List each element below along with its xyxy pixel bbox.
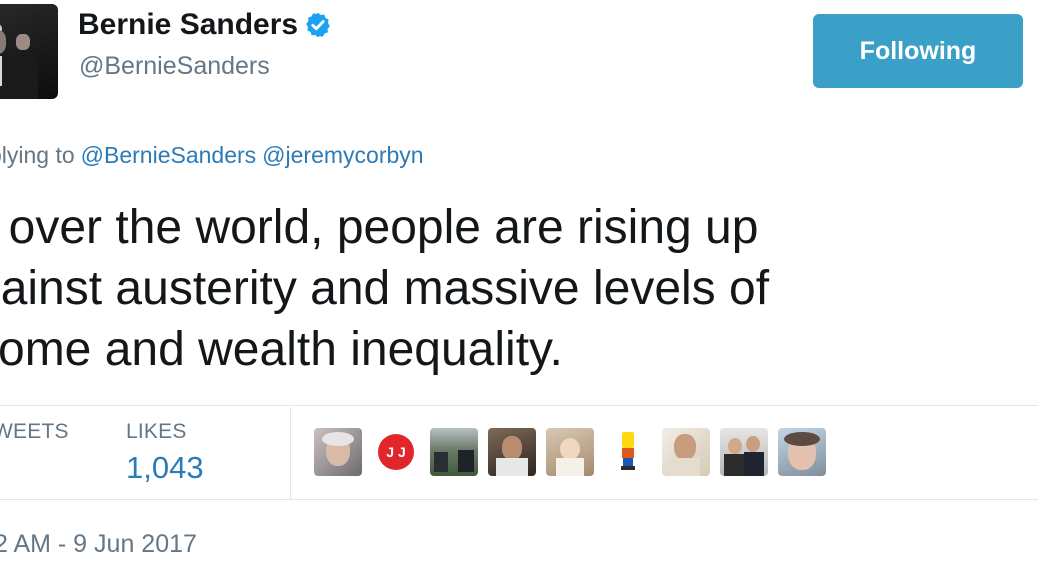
- stats-bottom-divider: [0, 499, 1038, 500]
- liker-avatar-bart-simpson[interactable]: [604, 428, 652, 476]
- tweet-timestamp[interactable]: 2 AM - 9 Jun 2017: [0, 530, 197, 559]
- user-handle[interactable]: @BernieSanders: [79, 52, 270, 81]
- avatar-hand: [16, 34, 30, 50]
- likes-label: LIKES: [126, 420, 187, 443]
- replying-prefix: plying to: [0, 142, 75, 168]
- avatar-suit: [0, 56, 38, 99]
- avatar-shirt: [0, 56, 2, 86]
- verified-badge-icon: [306, 12, 330, 38]
- avatar-face: [0, 30, 6, 54]
- mention-link-jeremycorbyn[interactable]: @jeremycorbyn: [262, 142, 423, 168]
- liker-avatar-stadium-photo[interactable]: [430, 428, 478, 476]
- following-button[interactable]: Following: [813, 14, 1023, 88]
- liker-avatar-woman-photo-2[interactable]: [662, 428, 710, 476]
- profile-avatar[interactable]: [0, 4, 58, 99]
- mention-link-berniesanders[interactable]: @BernieSanders: [81, 142, 257, 168]
- jj-logo-text: J J: [378, 434, 414, 470]
- liker-avatar-man-photo[interactable]: [488, 428, 536, 476]
- stats-top-divider: [0, 405, 1038, 406]
- liker-avatar-couple-photo[interactable]: [720, 428, 768, 476]
- replying-to-line: plying to@BernieSanders@jeremycorbyn: [0, 142, 424, 169]
- tweet-text: ll over the world, people are rising up …: [0, 197, 1024, 380]
- likes-count[interactable]: 1,043: [126, 450, 204, 486]
- retweets-count[interactable]: 8: [0, 450, 69, 486]
- stats-vertical-separator: [290, 407, 291, 499]
- likers-avatar-row: J J: [314, 428, 826, 476]
- liker-avatar-woman-photo-3[interactable]: [778, 428, 826, 476]
- tweet-line: ll over the world, people are rising up: [0, 201, 759, 254]
- tweet-line: come and wealth inequality.: [0, 323, 563, 376]
- retweets-stat[interactable]: TWEETS 8: [0, 420, 69, 486]
- user-name-row[interactable]: Bernie Sanders: [78, 8, 332, 42]
- display-name[interactable]: Bernie Sanders: [78, 8, 298, 42]
- liker-avatar-child-photo[interactable]: [546, 428, 594, 476]
- retweets-label: TWEETS: [0, 420, 69, 443]
- liker-avatar-woman-photo[interactable]: [314, 428, 362, 476]
- likes-stat[interactable]: LIKES 1,043: [126, 420, 204, 486]
- tweet-line: gainst austerity and massive levels of: [0, 262, 770, 315]
- liker-avatar-jj-logo[interactable]: J J: [372, 428, 420, 476]
